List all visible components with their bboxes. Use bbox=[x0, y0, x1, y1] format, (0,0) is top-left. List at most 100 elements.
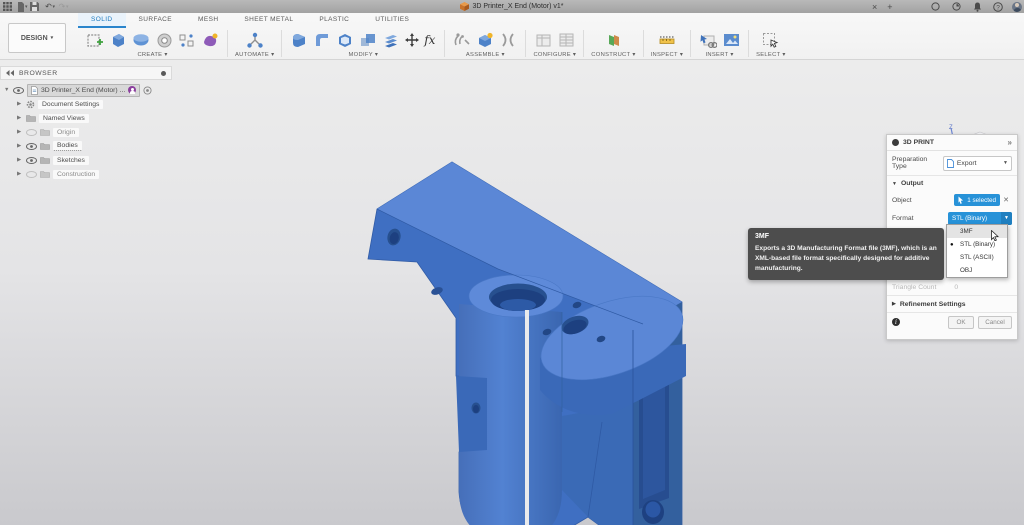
fillet-icon[interactable] bbox=[312, 30, 332, 50]
insert-derive-icon[interactable] bbox=[698, 30, 718, 50]
automate-icon[interactable] bbox=[245, 30, 265, 50]
tab-mesh[interactable]: MESH bbox=[185, 13, 231, 28]
primitive-box-icon[interactable] bbox=[108, 30, 128, 50]
extension-manager-icon[interactable] bbox=[928, 1, 942, 12]
combine-icon[interactable] bbox=[358, 30, 378, 50]
joint-icon[interactable] bbox=[452, 30, 472, 50]
dialog-footer: i OK Cancel bbox=[887, 312, 1017, 331]
browser-menu-icon[interactable] bbox=[161, 70, 166, 76]
sweep-icon[interactable] bbox=[131, 30, 151, 50]
expand-arrow-icon[interactable]: ▼ bbox=[4, 87, 10, 93]
dialog-header[interactable]: 3D PRINT » bbox=[887, 135, 1017, 151]
configuration-table-icon[interactable] bbox=[556, 30, 576, 50]
pattern-icon[interactable] bbox=[177, 30, 197, 50]
tab-utilities[interactable]: UTILITIES bbox=[362, 13, 422, 28]
shell-icon[interactable] bbox=[335, 30, 355, 50]
job-status-icon[interactable] bbox=[949, 1, 963, 12]
browser-item-label: Bodies bbox=[53, 141, 82, 151]
browser-item-named-views[interactable]: ▶ Named Views bbox=[0, 111, 172, 125]
format-option-stl-ascii[interactable]: STL (ASCII) bbox=[947, 251, 1007, 264]
create-sketch-icon[interactable] bbox=[85, 30, 105, 50]
expand-arrow-icon[interactable]: ▶ bbox=[17, 101, 23, 107]
configuration-icon[interactable] bbox=[533, 30, 553, 50]
cancel-button[interactable]: Cancel bbox=[978, 315, 1012, 329]
dialog-collapse-icon[interactable]: » bbox=[1008, 138, 1012, 147]
ok-button[interactable]: OK bbox=[948, 315, 974, 329]
option-label: OBJ bbox=[960, 267, 973, 274]
eye-icon[interactable] bbox=[26, 142, 37, 150]
help-icon[interactable]: ? bbox=[991, 1, 1005, 12]
browser-item-label: Sketches bbox=[53, 155, 89, 165]
eye-icon[interactable] bbox=[26, 156, 37, 164]
expand-arrow-icon[interactable]: ▶ bbox=[17, 171, 23, 177]
collapse-panel-icon[interactable] bbox=[6, 70, 14, 76]
folder-icon bbox=[26, 115, 36, 122]
user-avatar[interactable] bbox=[1012, 1, 1022, 12]
folder-icon bbox=[40, 143, 50, 150]
fusion-document-icon bbox=[460, 2, 470, 11]
change-parameters-icon[interactable]: fx bbox=[422, 30, 437, 50]
expand-arrow-icon[interactable]: ▶ bbox=[17, 129, 23, 135]
group-label-automate[interactable]: AUTOMATE ▾ bbox=[235, 52, 274, 59]
tab-solid[interactable]: SOLID bbox=[78, 13, 126, 28]
3d-model-x-end-motor[interactable] bbox=[340, 140, 720, 525]
browser-item-construction[interactable]: ▶ Construction bbox=[0, 167, 172, 181]
group-label-construct[interactable]: CONSTRUCT ▾ bbox=[591, 52, 635, 59]
workspace-selector[interactable]: DESIGN ▾ bbox=[8, 23, 66, 53]
3d-print-icon bbox=[892, 139, 899, 146]
new-component-icon[interactable] bbox=[475, 30, 495, 50]
tab-surface[interactable]: SURFACE bbox=[126, 13, 186, 28]
format-select[interactable]: STL (Binary) ▼ bbox=[948, 211, 1012, 225]
format-option-3mf[interactable]: 3MF bbox=[947, 225, 1007, 241]
group-label-inspect[interactable]: INSPECT ▾ bbox=[651, 52, 683, 59]
measure-icon[interactable] bbox=[657, 30, 677, 50]
eye-off-icon[interactable] bbox=[26, 170, 37, 178]
insert-canvas-icon[interactable] bbox=[721, 30, 741, 50]
browser-header[interactable]: BROWSER bbox=[0, 66, 172, 80]
create-form-icon[interactable] bbox=[200, 30, 220, 50]
eye-off-icon[interactable] bbox=[26, 128, 37, 136]
group-label-create[interactable]: CREATE ▾ bbox=[137, 52, 167, 59]
object-selection-button[interactable]: 1 selected bbox=[954, 194, 1000, 206]
hole-icon[interactable] bbox=[154, 30, 174, 50]
browser-item-bodies[interactable]: ▶ Bodies bbox=[0, 139, 172, 153]
document-tab-add-icon[interactable]: + bbox=[887, 2, 892, 12]
info-icon[interactable]: i bbox=[892, 318, 900, 326]
refinement-settings-header[interactable]: ▶ Refinement Settings bbox=[887, 295, 1017, 312]
option-label: STL (ASCII) bbox=[960, 254, 994, 261]
eye-icon[interactable] bbox=[13, 86, 24, 94]
tab-sheet-metal[interactable]: SHEET METAL bbox=[231, 13, 306, 28]
document-tab[interactable]: 3D Printer_X End (Motor) v1* bbox=[0, 0, 1024, 13]
browser-item-origin[interactable]: ▶ Origin bbox=[0, 125, 172, 139]
move-icon[interactable] bbox=[404, 30, 420, 50]
select-icon[interactable] bbox=[761, 30, 781, 50]
expand-arrow-icon[interactable]: ▶ bbox=[17, 115, 23, 121]
browser-item-label: Named Views bbox=[39, 113, 89, 123]
format-option-stl-binary[interactable]: ● STL (Binary) bbox=[947, 238, 1007, 251]
group-label-select[interactable]: SELECT ▾ bbox=[756, 52, 786, 59]
browser-root-row[interactable]: ▼ 3D Printer_X End (Motor) ... bbox=[0, 83, 172, 97]
expand-arrow-icon[interactable]: ▶ bbox=[17, 157, 23, 163]
browser-item-document-settings[interactable]: ▶ Document Settings bbox=[0, 97, 172, 111]
press-pull-icon[interactable] bbox=[289, 30, 309, 50]
group-label-modify[interactable]: MODIFY ▾ bbox=[349, 52, 379, 59]
construction-plane-icon[interactable] bbox=[603, 30, 623, 50]
format-option-obj[interactable]: OBJ bbox=[947, 264, 1007, 277]
clear-selection-icon[interactable]: ✕ bbox=[1000, 196, 1012, 204]
document-tab-close-icon[interactable]: × bbox=[872, 2, 877, 12]
tooltip-title: 3MF bbox=[755, 233, 769, 240]
expand-arrow-icon[interactable]: ▶ bbox=[17, 143, 23, 149]
group-label-insert[interactable]: INSERT ▾ bbox=[705, 52, 733, 59]
preparation-type-select[interactable]: Export ▼ bbox=[942, 155, 1012, 171]
tab-plastic[interactable]: PLASTIC bbox=[306, 13, 362, 28]
offset-face-icon[interactable] bbox=[381, 30, 401, 50]
notifications-bell-icon[interactable] bbox=[970, 1, 984, 12]
format-label: Format bbox=[892, 214, 914, 222]
group-assemble: ASSEMBLE ▾ bbox=[445, 28, 525, 59]
group-label-assemble[interactable]: ASSEMBLE ▾ bbox=[466, 52, 505, 59]
output-section-header[interactable]: ▼ Output bbox=[887, 175, 1017, 191]
group-label-configure[interactable]: CONFIGURE ▾ bbox=[533, 52, 576, 59]
browser-item-sketches[interactable]: ▶ Sketches bbox=[0, 153, 172, 167]
rigid-group-icon[interactable] bbox=[498, 30, 518, 50]
activate-component-icon[interactable] bbox=[143, 85, 152, 95]
